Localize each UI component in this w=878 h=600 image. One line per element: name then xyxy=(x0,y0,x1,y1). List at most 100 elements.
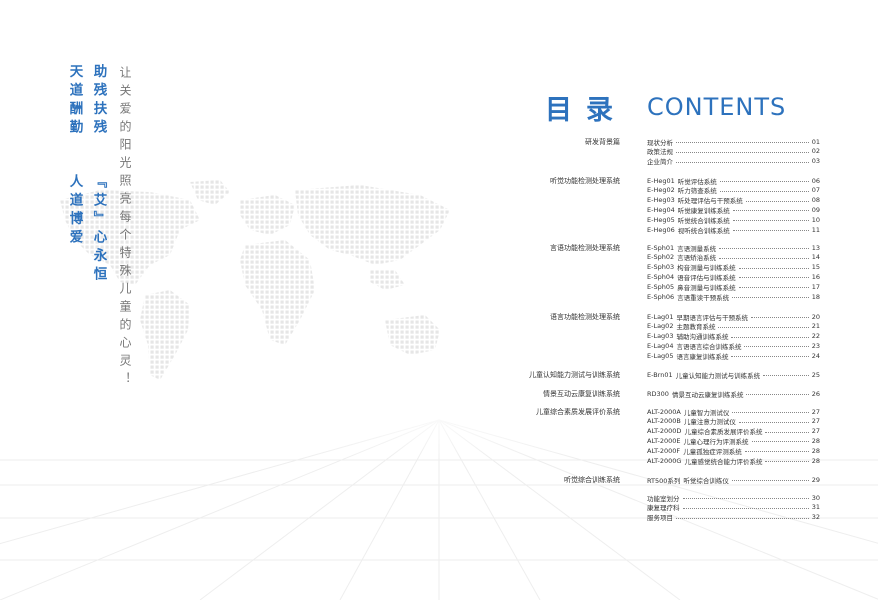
dot-leader xyxy=(765,431,809,433)
toc-entry[interactable]: E-Sph04 语音评估与训练系统 16 xyxy=(647,272,820,282)
toc-entry-title: 言语矫治系统 xyxy=(677,254,717,263)
toc-entry-title: 现状分析 xyxy=(647,138,673,147)
toc-entry[interactable]: ALT-2000B 儿童注意力测试仪 27 xyxy=(647,417,820,426)
toc-entry-page-number: 28 xyxy=(811,446,820,455)
toc-entry[interactable]: E-Lag01 早期语言评估与干预系统 20 xyxy=(647,312,820,322)
toc-entry[interactable]: E-Lag05 语言康复训练系统 24 xyxy=(647,351,820,361)
dot-leader xyxy=(719,257,809,259)
toc-entry-title: 听觉统合训练系统 xyxy=(677,216,730,225)
toc-entry[interactable]: RT500系列 听觉综合训练仪 29 xyxy=(647,475,820,485)
dot-leader xyxy=(738,287,809,289)
toc-entry[interactable]: E-Lag03 辅助沟通训练系统 22 xyxy=(647,332,820,341)
toc-entry[interactable]: ALT-2000G 儿童感觉统合能力评价系统 28 xyxy=(647,456,820,466)
toc-entry-page-number: 13 xyxy=(811,243,820,252)
toc-entry-page-number: 32 xyxy=(811,513,820,522)
toc-entry-page-number: 07 xyxy=(811,186,820,195)
toc-entry-title: 企业简介 xyxy=(647,158,673,167)
toc-entry-title: 儿童注意力测试仪 xyxy=(683,418,736,427)
toc-entry[interactable]: E-Heg05 听觉统合训练系统 10 xyxy=(647,215,820,225)
toc-entry-code: E-Lag04 xyxy=(647,341,674,350)
toc-entry-title: 辅助沟通训练系统 xyxy=(676,333,729,342)
dot-leader xyxy=(719,181,809,182)
toc-entry[interactable]: E-Sph05 鼻音测量与训练系统 17 xyxy=(647,282,820,292)
toc-category: 听觉综合训练系统 xyxy=(564,476,620,484)
toc-entry-code: RT500系列 xyxy=(647,476,681,485)
toc-entry[interactable]: 企业简介 03 xyxy=(647,157,820,166)
toc-entry[interactable]: E-Lag04 言语语言综合训练系统 23 xyxy=(647,341,820,351)
toc-entry-page-number: 11 xyxy=(811,225,820,234)
toc-entry[interactable]: 康复理疗科 31 xyxy=(647,503,820,512)
toc-category: 听觉功能检测处理系统 xyxy=(550,177,620,185)
toc-entry-code: E-Lag03 xyxy=(647,332,674,341)
toc-entry[interactable]: 政策法规 02 xyxy=(647,147,820,156)
table-of-contents: 研发背景篇 现状分析 01 政策法规 02 企业简介 03 听觉功能检测处理系统 E-Heg01… xyxy=(0,0,878,600)
toc-entry[interactable]: E-Sph03 构音测量与训练系统 15 xyxy=(647,263,820,272)
toc-entry[interactable]: ALT-2000F 儿童孤独症评测系统 28 xyxy=(647,446,820,456)
toc-entry-page-number: 23 xyxy=(811,341,820,350)
toc-entry[interactable]: 现状分析 01 xyxy=(647,137,820,147)
toc-entry[interactable]: ALT-2000D 儿童综合素质发展评价系统 27 xyxy=(647,427,820,436)
dot-leader xyxy=(676,161,809,163)
toc-entry-code: E-Heg05 xyxy=(647,215,675,224)
toc-entry[interactable]: ALT-2000A 儿童智力测试仪 27 xyxy=(647,407,820,417)
toc-entry[interactable]: E-Brn01 儿童认知能力测试与训练系统 25 xyxy=(647,370,820,380)
toc-entry[interactable]: E-Heg04 听觉康复训练系统 09 xyxy=(647,205,820,215)
toc-entry-title: 儿童综合素质发展评价系统 xyxy=(684,428,763,437)
toc-entry[interactable]: 服务项目 32 xyxy=(647,513,820,522)
toc-entry-code: E-Lag02 xyxy=(647,322,674,331)
toc-entry-page-number: 16 xyxy=(811,272,820,281)
toc-entry-title: 情景互动云康复训练系统 xyxy=(671,390,744,399)
toc-entry[interactable]: 功能室划分 30 xyxy=(647,493,820,503)
toc-entry[interactable]: E-Sph06 言语重读干预系统 18 xyxy=(647,292,820,302)
toc-entry[interactable]: E-Heg06 视听统合训练系统 11 xyxy=(647,225,820,235)
toc-entry-page-number: 18 xyxy=(811,292,820,301)
toc-category: 语言功能检测处理系统 xyxy=(550,313,620,321)
dot-leader xyxy=(732,412,809,413)
toc-entry-title: 言语语言综合训练系统 xyxy=(676,342,742,351)
toc-entry[interactable]: E-Heg01 听觉评估系统 06 xyxy=(647,176,820,186)
toc-category: 儿童认知能力测试与训练系统 xyxy=(529,371,620,379)
toc-entry-code: ALT-2000F xyxy=(647,446,681,455)
toc-category: 情景互动云康复训练系统 xyxy=(543,390,620,398)
toc-entry-page-number: 29 xyxy=(811,475,820,484)
toc-entry-code: ALT-2000D xyxy=(647,427,682,436)
dot-leader xyxy=(676,517,809,519)
toc-entry-code: E-Sph05 xyxy=(647,282,675,291)
toc-entry-page-number: 27 xyxy=(811,417,820,426)
toc-entry[interactable]: E-Heg02 听力筛查系统 07 xyxy=(647,186,820,195)
toc-entry-code: ALT-2000E xyxy=(647,436,681,445)
toc-entry[interactable]: ALT-2000E 儿童心理行为评测系统 28 xyxy=(647,436,820,446)
dot-leader xyxy=(676,151,809,153)
dot-leader xyxy=(744,451,809,453)
toc-category: 研发背景篇 xyxy=(585,138,620,146)
dot-leader xyxy=(750,317,809,318)
toc-entry-page-number: 15 xyxy=(811,263,820,272)
dot-leader xyxy=(732,210,809,212)
toc-entry-title: 言语测量系统 xyxy=(677,244,717,253)
toc-entry[interactable]: RD300 情景互动云康复训练系统 26 xyxy=(647,389,820,399)
dot-leader xyxy=(732,297,809,298)
dot-leader xyxy=(751,441,809,443)
toc-entry-code: E-Heg03 xyxy=(647,196,675,205)
toc-entry-title: 儿童孤独症评测系统 xyxy=(683,447,742,456)
toc-entry-page-number: 25 xyxy=(811,370,820,379)
toc-entry-page-number: 27 xyxy=(811,427,820,436)
dot-leader xyxy=(732,220,809,222)
toc-entry-code: E-Heg01 xyxy=(647,176,675,185)
toc-entry-code: RD300 xyxy=(647,389,669,398)
toc-category: 言语功能检测处理系统 xyxy=(550,244,620,252)
dot-leader xyxy=(738,421,809,423)
toc-entry[interactable]: E-Lag02 主题教育系统 21 xyxy=(647,322,820,331)
toc-entry-page-number: 17 xyxy=(811,282,820,291)
dot-leader xyxy=(732,230,809,231)
toc-entry-title: 服务项目 xyxy=(647,514,673,523)
toc-entry-page-number: 24 xyxy=(811,351,820,360)
toc-entry[interactable]: E-Sph02 言语矫治系统 14 xyxy=(647,253,820,262)
dot-leader xyxy=(738,277,809,279)
toc-entry-title: 听觉康复训练系统 xyxy=(677,206,730,215)
toc-entry[interactable]: E-Sph01 言语测量系统 13 xyxy=(647,243,820,253)
toc-entry[interactable]: E-Heg03 听处理评估与干预系统 08 xyxy=(647,196,820,205)
toc-entry-page-number: 26 xyxy=(811,389,820,398)
toc-entry-title: 早期语言评估与干预系统 xyxy=(676,313,748,322)
toc-entry-title: 儿童心理行为评测系统 xyxy=(683,437,749,446)
